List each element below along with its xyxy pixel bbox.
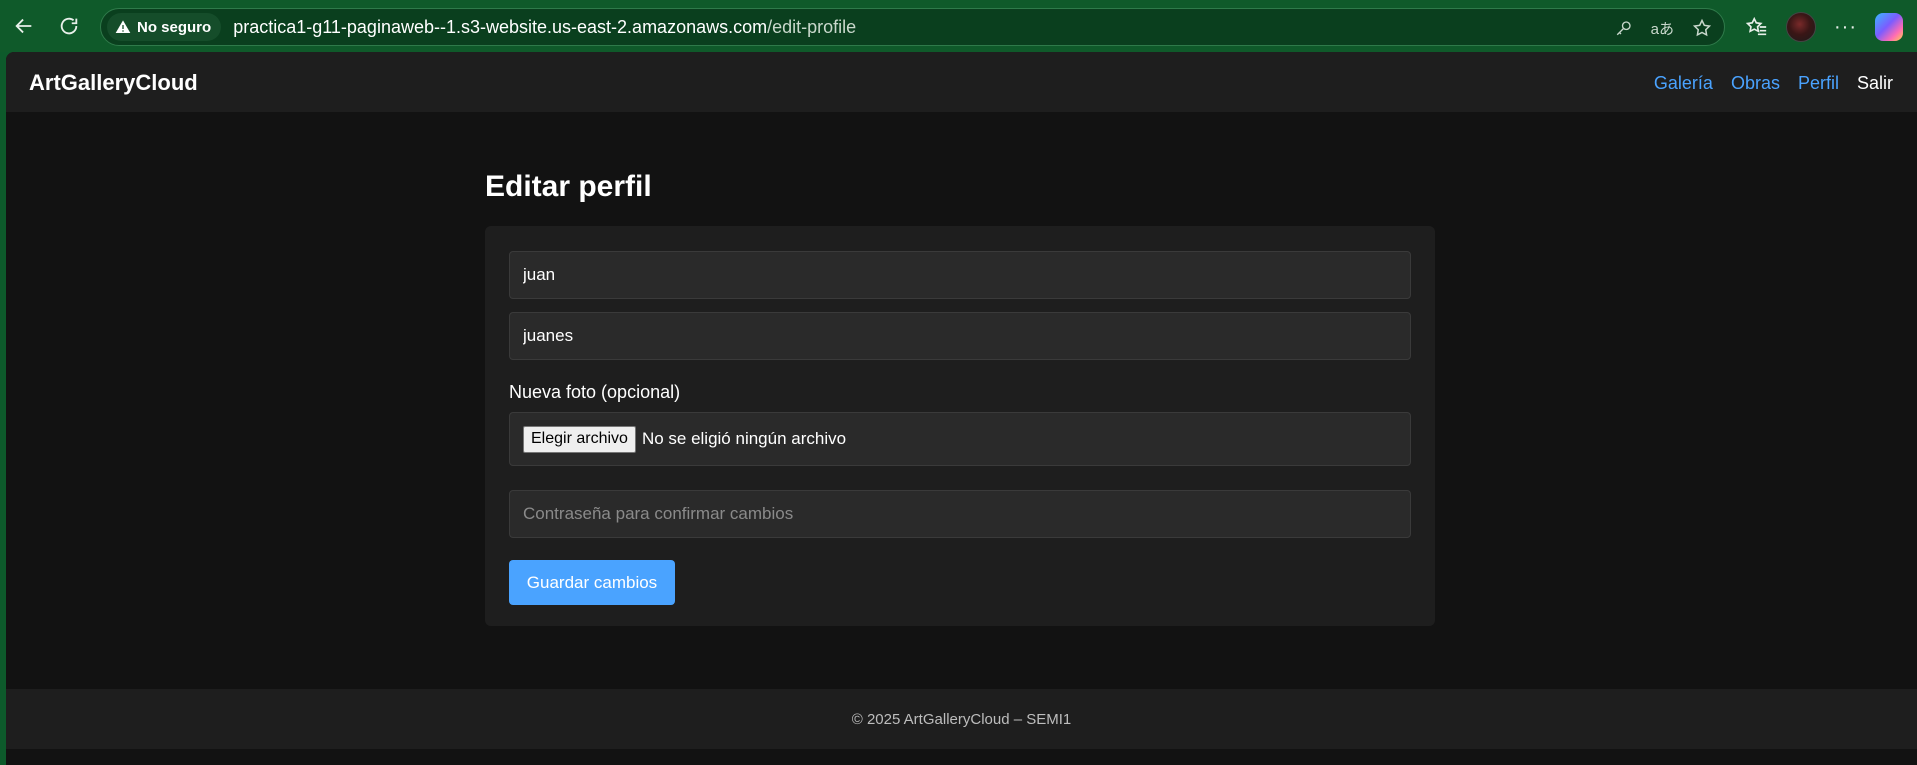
edit-profile-form: Nueva foto (opcional) Elegir archivo No … bbox=[485, 226, 1435, 626]
footer-text: © 2025 ArtGalleryCloud – SEMI1 bbox=[851, 710, 1072, 728]
site-footer: © 2025 ArtGalleryCloud – SEMI1 bbox=[6, 689, 1917, 749]
url-path: /edit-profile bbox=[767, 16, 857, 37]
nav-link-gallery[interactable]: Galería bbox=[1654, 73, 1713, 94]
nav-link-profile[interactable]: Perfil bbox=[1798, 73, 1839, 94]
profile-avatar[interactable] bbox=[1786, 12, 1816, 42]
key-icon[interactable] bbox=[1615, 19, 1633, 37]
more-icon[interactable]: ··· bbox=[1834, 16, 1857, 39]
page-viewport: ArtGalleryCloud Galería Obras Perfil Sal… bbox=[6, 52, 1917, 765]
save-changes-button[interactable]: Guardar cambios bbox=[509, 560, 675, 605]
name-input[interactable] bbox=[509, 251, 1411, 299]
photo-file-input[interactable]: Elegir archivo No se eligió ningún archi… bbox=[509, 412, 1411, 466]
site-header: ArtGalleryCloud Galería Obras Perfil Sal… bbox=[6, 52, 1917, 112]
favorites-icon[interactable] bbox=[1746, 16, 1768, 38]
username-input[interactable] bbox=[509, 312, 1411, 360]
warning-icon bbox=[115, 20, 131, 33]
back-button[interactable] bbox=[10, 12, 38, 40]
site-nav: Galería Obras Perfil Salir bbox=[1654, 73, 1893, 94]
nav-link-logout[interactable]: Salir bbox=[1857, 73, 1893, 94]
reload-icon bbox=[60, 17, 78, 35]
page-title: Editar perfil bbox=[485, 170, 652, 203]
copilot-icon[interactable] bbox=[1874, 13, 1903, 41]
file-status: No se eligió ningún archivo bbox=[641, 429, 847, 448]
security-indicator[interactable]: No seguro bbox=[107, 13, 222, 41]
browser-toolbar: No seguro practica1-g11-paginaweb--1.s3-… bbox=[0, 0, 1917, 52]
security-label: No seguro bbox=[137, 18, 212, 36]
choose-file-button[interactable]: Elegir archivo bbox=[523, 425, 636, 453]
site-brand[interactable]: ArtGalleryCloud bbox=[29, 70, 198, 96]
password-input[interactable] bbox=[509, 490, 1411, 538]
address-bar[interactable]: No seguro practica1-g11-paginaweb--1.s3-… bbox=[100, 8, 1725, 46]
back-arrow-icon bbox=[15, 18, 32, 34]
translate-icon[interactable]: aあ bbox=[1651, 18, 1674, 39]
reload-button[interactable] bbox=[55, 12, 83, 40]
url-host: practica1-g11-paginaweb--1.s3-website.us… bbox=[233, 16, 768, 37]
nav-link-works[interactable]: Obras bbox=[1731, 73, 1780, 94]
url-text: practica1-g11-paginaweb--1.s3-website.us… bbox=[233, 17, 856, 38]
photo-label: Nueva foto (opcional) bbox=[509, 382, 681, 402]
star-icon[interactable] bbox=[1692, 18, 1712, 38]
